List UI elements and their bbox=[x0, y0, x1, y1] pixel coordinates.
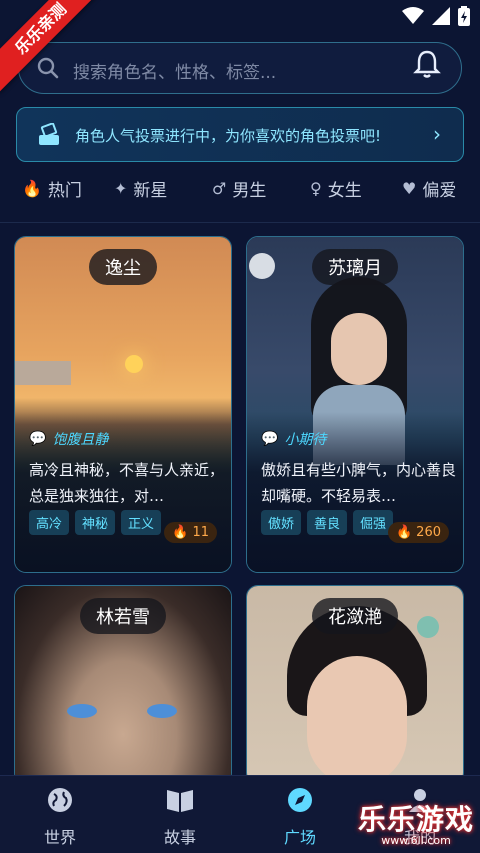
nav-label: 广场 bbox=[283, 828, 316, 847]
card-name: 苏璃月 bbox=[312, 249, 398, 285]
tab-label: 偏爱 bbox=[422, 181, 457, 201]
character-card[interactable]: 林若雪 bbox=[14, 585, 232, 785]
tagline-text: 饱腹且静 bbox=[52, 432, 109, 448]
card-description: 高冷且神秘，不喜与人亲近，总是独来独往，对… bbox=[29, 461, 225, 505]
search-bar[interactable]: 搜索角色名、性格、标签... bbox=[18, 42, 462, 94]
card-name: 花潋滟 bbox=[312, 598, 398, 634]
character-card[interactable]: 逸尘 💬 饱腹且静 高冷且神秘，不喜与人亲近，总是独来独往，对… 高冷 神秘 正义… bbox=[14, 236, 232, 573]
male-icon: ♂ bbox=[212, 179, 227, 198]
nav-plaza[interactable]: 广场 bbox=[260, 786, 340, 848]
tab-favorite[interactable]: ♥ 偏爱 bbox=[402, 176, 456, 201]
category-tabs: 🔥 热门 ✦ 新星 ♂ 男生 ♀ 女生 ♥ 偏爱 bbox=[0, 176, 480, 212]
card-tagline: 💬 饱腹且静 bbox=[29, 429, 108, 449]
tab-female[interactable]: ♀ 女生 bbox=[310, 176, 362, 201]
hot-count-badge: 🔥 11 bbox=[164, 522, 217, 543]
card-tags: 高冷 神秘 正义 bbox=[29, 510, 179, 535]
nav-label: 故事 bbox=[163, 828, 196, 847]
card-name: 逸尘 bbox=[89, 249, 157, 285]
female-icon: ♀ bbox=[310, 179, 322, 198]
tab-label: 新星 bbox=[133, 181, 168, 201]
book-icon bbox=[167, 790, 193, 812]
battery-icon bbox=[458, 6, 470, 26]
vote-banner[interactable]: 角色人气投票进行中，为你喜欢的角色投票吧! › bbox=[16, 107, 464, 162]
divider bbox=[0, 222, 480, 223]
flame-icon: 🔥 bbox=[22, 179, 42, 198]
tag-chip: 善良 bbox=[307, 510, 348, 535]
tab-hot[interactable]: 🔥 热门 bbox=[22, 176, 82, 201]
compass-icon bbox=[288, 788, 312, 812]
wifi-icon bbox=[402, 7, 424, 24]
nav-story[interactable]: 故事 bbox=[140, 786, 220, 848]
flame-icon: 🔥 bbox=[395, 525, 413, 540]
chevron-right-icon: › bbox=[433, 122, 441, 146]
search-icon bbox=[37, 57, 59, 79]
character-card[interactable]: 苏璃月 💬 小期待 傲娇且有些小脾气，内心善良却嘴硬。不轻易表… 傲娇 善良 倔强… bbox=[246, 236, 464, 573]
tag-chip: 傲娇 bbox=[261, 510, 302, 535]
tag-chip: 神秘 bbox=[75, 510, 116, 535]
hot-count-badge: 🔥 260 bbox=[387, 522, 449, 543]
card-name: 林若雪 bbox=[80, 598, 166, 634]
tab-new-star[interactable]: ✦ 新星 bbox=[114, 176, 167, 201]
tag-chip: 高冷 bbox=[29, 510, 70, 535]
nav-world[interactable]: 世界 bbox=[20, 786, 100, 848]
card-description: 傲娇且有些小脾气，内心善良却嘴硬。不轻易表… bbox=[261, 461, 457, 505]
character-card[interactable]: 花潋滟 bbox=[246, 585, 464, 785]
hot-count: 260 bbox=[416, 525, 441, 540]
banner-text: 角色人气投票进行中，为你喜欢的角色投票吧! bbox=[75, 127, 382, 145]
tab-label: 热门 bbox=[47, 181, 82, 201]
flame-icon: 🔥 bbox=[172, 525, 189, 540]
watermark-title: 乐乐游戏 bbox=[357, 803, 474, 836]
site-watermark: 乐乐游戏 www.6ll.com bbox=[358, 798, 474, 847]
search-placeholder[interactable]: 搜索角色名、性格、标签... bbox=[73, 58, 276, 83]
ballot-box-icon bbox=[39, 123, 59, 145]
tab-male[interactable]: ♂ 男生 bbox=[212, 176, 266, 201]
sparkle-icon: ✦ bbox=[114, 179, 128, 198]
card-tagline: 💬 小期待 bbox=[261, 429, 326, 449]
globe-icon bbox=[48, 788, 72, 812]
chat-bubble-icon: 💬 bbox=[29, 431, 47, 447]
heart-icon: ♥ bbox=[402, 179, 417, 198]
tag-chip: 正义 bbox=[121, 510, 162, 535]
hot-count: 11 bbox=[192, 525, 209, 540]
tagline-text: 小期待 bbox=[284, 432, 327, 448]
signal-icon bbox=[432, 7, 450, 25]
tab-label: 男生 bbox=[232, 181, 267, 201]
tab-label: 女生 bbox=[327, 181, 362, 201]
bell-icon[interactable] bbox=[413, 49, 441, 79]
nav-label: 世界 bbox=[43, 828, 76, 847]
chat-bubble-icon: 💬 bbox=[261, 431, 279, 447]
